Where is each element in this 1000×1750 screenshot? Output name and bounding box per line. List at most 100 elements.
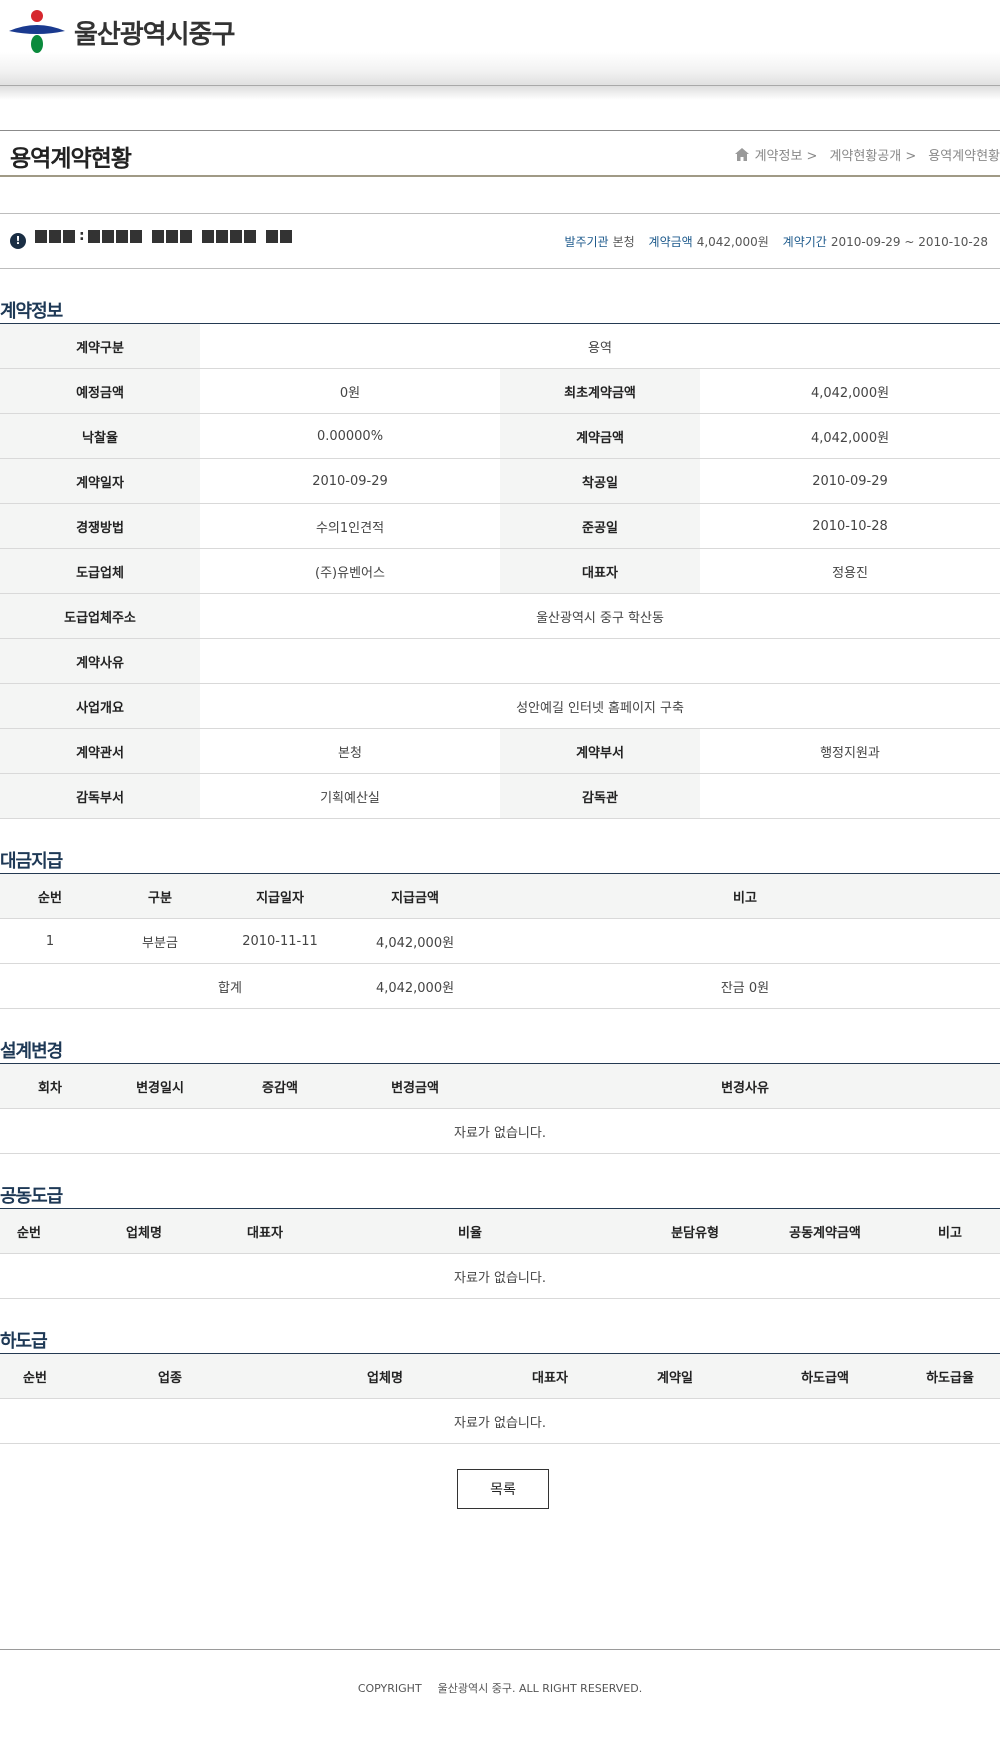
col-header: 하도급액 (750, 1353, 900, 1399)
row-value: 4,042,000원 (700, 413, 1000, 459)
row-label: 착공일 (500, 458, 700, 504)
col-header: 분담유형 (640, 1208, 750, 1254)
row-value: 2010-09-29 (200, 458, 500, 504)
row-label: 대표자 (500, 548, 700, 594)
row-label: 예정금액 (0, 368, 200, 414)
row-value (200, 638, 1000, 684)
agency-value: 본청 (612, 235, 635, 249)
subcontract-title: 하도급 (0, 1331, 48, 1352)
col-header: 대표자 (230, 1208, 300, 1254)
row-label: 계약일자 (0, 458, 200, 504)
col-header: 업종 (70, 1353, 270, 1399)
row-value: 성안예길 인터넷 홈페이지 구축 (200, 683, 1000, 729)
cell: 2010-11-11 (220, 918, 340, 964)
row-value: 기획예산실 (200, 773, 500, 819)
col-header: 업체명 (58, 1208, 230, 1254)
row-label: 감독관 (500, 773, 700, 819)
home-icon[interactable] (734, 148, 749, 161)
table-header-row: 순번 업종 업체명 대표자 계약일 하도급액 하도급율 (0, 1353, 1000, 1399)
table-row: 낙찰율 0.00000% 계약금액 4,042,000원 (0, 413, 1000, 459)
summary-meta: 발주기관 본청 계약금액 4,042,000원 계약기간 2010-09-29 ~ 2… (564, 233, 988, 250)
site-footer: COPYRIGHT 울산광역시 중구. ALL RIGHT RESERVED. (0, 1649, 1000, 1750)
copyright-text: 울산광역시 중구. ALL RIGHT RESERVED. (437, 1682, 643, 1695)
table-total-row: 합계 4,042,000원 잔금 0원 (0, 963, 1000, 1009)
table-row: 자료가 없습니다. (0, 1108, 1000, 1154)
row-label: 도급업체주소 (0, 593, 200, 639)
row-value: 행정지원과 (700, 728, 1000, 774)
period-label: 계약기간 (782, 235, 827, 249)
table-row: 도급업체 (주)유벤어스 대표자 정용진 (0, 548, 1000, 594)
table-row: 계약사유 (0, 638, 1000, 684)
table-header-row: 회차 변경일시 증감액 변경금액 변경사유 (0, 1063, 1000, 1109)
row-label: 도급업체 (0, 548, 200, 594)
table-row: 자료가 없습니다. (0, 1253, 1000, 1299)
site-name[interactable]: 울산광역시중구 (74, 14, 235, 51)
row-value: 본청 (200, 728, 500, 774)
breadcrumb-item-contract-info[interactable]: 계약정보 > (755, 145, 818, 164)
empty-message: 자료가 없습니다. (0, 1398, 1000, 1444)
row-label: 낙찰율 (0, 413, 200, 459)
joint-title: 공동도급 (0, 1186, 63, 1207)
row-value: 수의1인견적 (200, 503, 500, 549)
empty-message: 자료가 없습니다. (0, 1108, 1000, 1154)
row-value: 0.00000% (200, 413, 500, 459)
empty-message: 자료가 없습니다. (0, 1253, 1000, 1299)
col-header: 비율 (300, 1208, 640, 1254)
table-row: 사업개요 성안예길 인터넷 홈페이지 구축 (0, 683, 1000, 729)
header-shadow (0, 86, 1000, 100)
total-amount: 4,042,000원 (340, 963, 490, 1009)
col-header: 순번 (0, 873, 100, 919)
subcontract-table: 순번 업종 업체명 대표자 계약일 하도급액 하도급율 자료가 없습니다. (0, 1353, 1000, 1444)
city-logo-icon[interactable] (9, 9, 65, 53)
row-label: 계약부서 (500, 728, 700, 774)
row-value: 정용진 (700, 548, 1000, 594)
col-header: 비고 (490, 873, 1000, 919)
row-label: 최초계약금액 (500, 368, 700, 414)
cell (490, 918, 1000, 964)
title-bar: 용역계약현황 계약정보 > 계약현황공개 > 용역계약현황 (0, 130, 1000, 177)
col-header: 순번 (0, 1353, 70, 1399)
row-value: 울산광역시 중구 학산동 (200, 593, 1000, 639)
table-row: 계약구분 용역 (0, 323, 1000, 369)
design-change-title: 설계변경 (0, 1041, 63, 1062)
cell: 1 (0, 918, 100, 964)
table-row: 계약관서 본청 계약부서 행정지원과 (0, 728, 1000, 774)
breadcrumb-item-contract-status[interactable]: 계약현황공개 > (829, 145, 916, 164)
contract-summary: ! : 발주기관 본청 계약금액 4,042,000원 계약기간 2010-09-29… (0, 213, 1000, 269)
table-header-row: 순번 구분 지급일자 지급금액 비고 (0, 873, 1000, 919)
design-change-table: 회차 변경일시 증감액 변경금액 변경사유 자료가 없습니다. (0, 1063, 1000, 1154)
payment-title: 대금지급 (0, 851, 63, 872)
table-row: 자료가 없습니다. (0, 1398, 1000, 1444)
row-label: 감독부서 (0, 773, 200, 819)
col-header: 지급금액 (340, 873, 490, 919)
col-header: 증감액 (220, 1063, 340, 1109)
row-value: 0원 (200, 368, 500, 414)
agency-label: 발주기관 (564, 235, 609, 249)
table-row: 경쟁방법 수의1인견적 준공일 2010-10-28 (0, 503, 1000, 549)
payment-table: 순번 구분 지급일자 지급금액 비고 1 부분금 2010-11-11 4,04… (0, 873, 1000, 1009)
joint-table: 순번 업체명 대표자 비율 분담유형 공동계약금액 비고 자료가 없습니다. (0, 1208, 1000, 1299)
row-value (700, 773, 1000, 819)
col-header: 대표자 (500, 1353, 600, 1399)
amount-label: 계약금액 (648, 235, 693, 249)
list-button[interactable]: 목록 (457, 1469, 549, 1509)
col-header: 비고 (900, 1208, 1000, 1254)
period-value: 2010-09-29 ~ 2010-10-28 (830, 235, 988, 249)
exclamation-icon: ! (10, 233, 26, 249)
table-row: 1 부분금 2010-11-11 4,042,000원 (0, 918, 1000, 964)
row-value: 용역 (200, 323, 1000, 369)
row-label: 계약금액 (500, 413, 700, 459)
row-value: 2010-10-28 (700, 503, 1000, 549)
table-row: 감독부서 기획예산실 감독관 (0, 773, 1000, 819)
table-header-row: 순번 업체명 대표자 비율 분담유형 공동계약금액 비고 (0, 1208, 1000, 1254)
col-header: 업체명 (270, 1353, 500, 1399)
breadcrumb-item-service-contract[interactable]: 용역계약현황 (928, 145, 1000, 164)
col-header: 변경일시 (100, 1063, 220, 1109)
row-label: 계약관서 (0, 728, 200, 774)
masked-contract-name: : (35, 229, 294, 243)
col-header: 공동계약금액 (750, 1208, 900, 1254)
contract-info-title: 계약정보 (0, 301, 63, 322)
site-header: 울산광역시중구 (0, 0, 1000, 86)
row-label: 준공일 (500, 503, 700, 549)
row-value: 2010-09-29 (700, 458, 1000, 504)
